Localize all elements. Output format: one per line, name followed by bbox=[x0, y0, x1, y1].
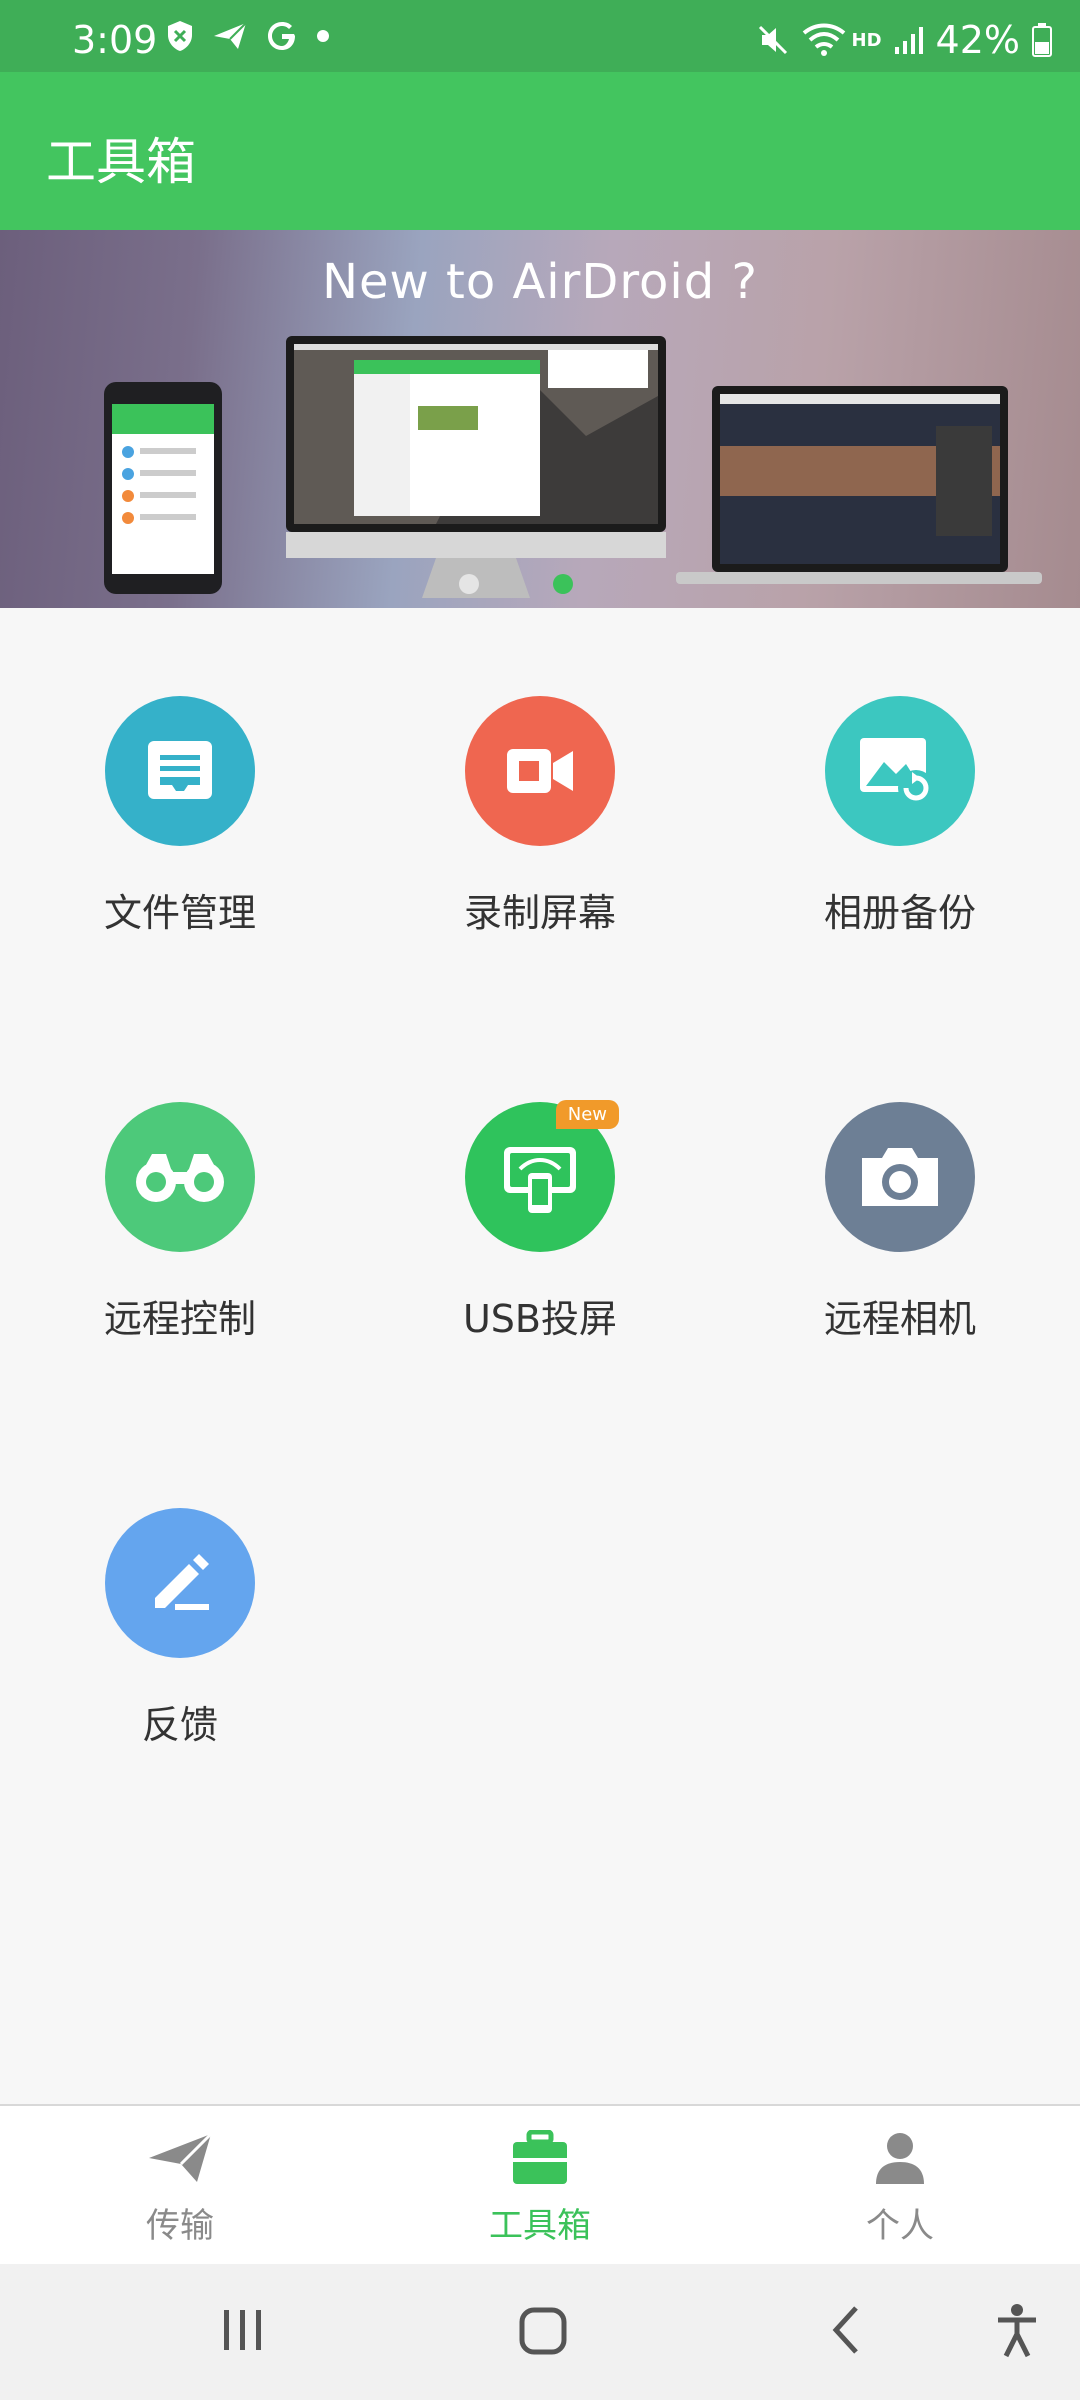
home-icon[interactable] bbox=[518, 2302, 568, 2358]
nav-personal[interactable]: 个人 bbox=[780, 2130, 1020, 2247]
hd-indicator: HD bbox=[851, 29, 882, 51]
tool-usb-cast[interactable]: New USB投屏 bbox=[390, 1100, 690, 1343]
tool-label: 远程控制 bbox=[103, 1297, 256, 1341]
tool-photo-backup[interactable]: 相册备份 bbox=[750, 696, 1050, 937]
battery-icon bbox=[1032, 23, 1052, 57]
photo-backup-icon bbox=[825, 696, 975, 846]
system-nav-bar bbox=[0, 2264, 1080, 2400]
wifi-icon bbox=[802, 23, 845, 56]
paper-plane-icon bbox=[149, 2132, 213, 2182]
nav-label: 个人 bbox=[866, 2206, 934, 2246]
shield-icon bbox=[168, 21, 192, 51]
pagination-dot[interactable] bbox=[459, 574, 479, 594]
recents-icon[interactable] bbox=[220, 2302, 266, 2358]
accessibility-icon[interactable] bbox=[994, 2302, 1040, 2358]
desktop-monitor-illustration bbox=[286, 336, 666, 598]
nav-label: 传输 bbox=[146, 2206, 214, 2246]
file-manager-icon bbox=[105, 696, 255, 846]
toolbox-icon bbox=[513, 2129, 567, 2184]
binoculars-icon bbox=[105, 1102, 255, 1252]
tool-label: 相册备份 bbox=[823, 891, 976, 935]
usb-cast-icon: New bbox=[465, 1100, 619, 1252]
feedback-pen-icon bbox=[105, 1508, 255, 1658]
status-notification-icons bbox=[166, 20, 330, 52]
screen-record-icon bbox=[465, 696, 615, 846]
phone-illustration bbox=[104, 382, 222, 594]
tool-remote-control[interactable]: 远程控制 bbox=[30, 1102, 330, 1343]
banner-title: New to AirDroid ? bbox=[322, 254, 758, 310]
status-right-icons: HD 42% bbox=[756, 18, 1052, 62]
dot-icon bbox=[317, 30, 329, 42]
signal-icon bbox=[894, 27, 923, 54]
back-icon[interactable] bbox=[826, 2302, 866, 2358]
status-time: 3:09 bbox=[72, 18, 158, 62]
mute-icon bbox=[758, 25, 787, 55]
tool-remote-camera[interactable]: 远程相机 bbox=[750, 1102, 1050, 1343]
status-bar: 3:09 HD 42% bbox=[0, 0, 1080, 72]
tool-feedback[interactable]: 反馈 bbox=[30, 1508, 330, 1749]
bottom-nav: 传输 工具箱 个人 bbox=[0, 2104, 1080, 2264]
tool-file-manager[interactable]: 文件管理 bbox=[30, 696, 330, 937]
nav-label: 工具箱 bbox=[489, 2206, 591, 2246]
pagination-dot-active[interactable] bbox=[553, 574, 573, 594]
laptop-illustration bbox=[676, 386, 1042, 584]
app-bar: 工具箱 bbox=[0, 72, 1080, 230]
page-title: 工具箱 bbox=[46, 133, 196, 191]
nav-toolbox[interactable]: 工具箱 bbox=[420, 2129, 660, 2247]
promo-banner[interactable]: New to AirDroid ? bbox=[0, 230, 1080, 608]
tool-label: USB投屏 bbox=[462, 1297, 617, 1341]
nav-transfer[interactable]: 传输 bbox=[60, 2130, 300, 2247]
battery-percent: 42% bbox=[935, 18, 1020, 62]
tool-label: 远程相机 bbox=[823, 1297, 976, 1341]
google-icon bbox=[268, 22, 295, 50]
camera-icon bbox=[825, 1102, 975, 1252]
banner-pagination bbox=[0, 574, 1080, 594]
tool-label: 录制屏幕 bbox=[463, 891, 616, 935]
new-badge: New bbox=[555, 1100, 619, 1129]
tool-label: 文件管理 bbox=[103, 891, 256, 935]
send-icon bbox=[214, 22, 247, 49]
person-icon bbox=[876, 2133, 924, 2184]
tool-label: 反馈 bbox=[141, 1703, 218, 1747]
tool-screen-record[interactable]: 录制屏幕 bbox=[390, 696, 690, 937]
